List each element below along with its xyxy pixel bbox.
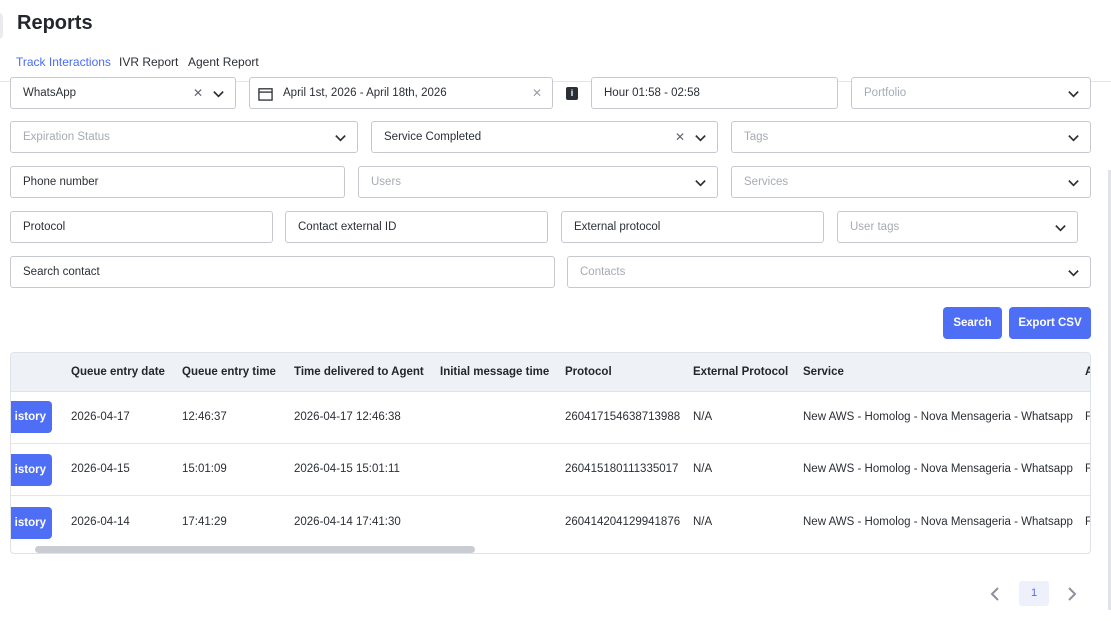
- cell-external: N/A: [693, 463, 713, 475]
- col-service[interactable]: Service: [803, 366, 844, 378]
- page-number-button[interactable]: 1: [1019, 581, 1049, 606]
- col-queue-entry-date[interactable]: Queue entry date: [71, 366, 165, 378]
- cell-service: New AWS - Homolog - Nova Mensageria - Wh…: [803, 516, 1073, 528]
- cell-protocol: 260414204129941876: [565, 516, 681, 528]
- clear-date-icon[interactable]: ✕: [532, 86, 542, 100]
- col-initial-message-time[interactable]: Initial message time: [440, 366, 549, 378]
- cell-delivered: 2026-04-15 15:01:11: [294, 463, 400, 475]
- history-button[interactable]: istory: [11, 507, 52, 539]
- chevron-down-icon: [695, 135, 706, 142]
- contact-external-id-input[interactable]: Contact external ID: [285, 211, 548, 243]
- contacts-select[interactable]: Contacts: [567, 256, 1091, 288]
- cell-extra: F: [1085, 516, 1090, 528]
- export-csv-button[interactable]: Export CSV: [1009, 307, 1091, 339]
- history-button[interactable]: istory: [11, 454, 52, 486]
- chevron-down-icon: [1055, 225, 1066, 232]
- channel-value: WhatsApp: [23, 87, 77, 99]
- search-contact-placeholder: Search contact: [23, 266, 100, 278]
- portfolio-placeholder: Portfolio: [864, 87, 907, 99]
- users-placeholder: Users: [371, 176, 402, 188]
- chevron-down-icon: [335, 135, 346, 142]
- status-value: Service Completed: [384, 131, 482, 143]
- tab-ivr-report[interactable]: IVR Report: [119, 55, 178, 69]
- chevron-down-icon: [1068, 91, 1079, 98]
- table-row: istory 2026-04-15 15:01:09 2026-04-15 15…: [11, 444, 1090, 496]
- tags-placeholder: Tags: [744, 131, 769, 143]
- interactions-table: Queue entry date Queue entry time Time d…: [10, 352, 1091, 554]
- cell-time: 12:46:37: [182, 411, 227, 423]
- col-queue-entry-time[interactable]: Queue entry time: [182, 366, 276, 378]
- user-tags-select[interactable]: User tags: [837, 211, 1078, 243]
- users-select[interactable]: Users: [358, 166, 718, 198]
- cell-time: 17:41:29: [182, 516, 227, 528]
- expiration-status-select[interactable]: Expiration Status: [10, 121, 358, 153]
- chevron-down-icon: [213, 91, 224, 98]
- side-handle: [0, 12, 3, 40]
- cell-protocol: 260415180111335017: [565, 463, 679, 475]
- external-protocol-input[interactable]: External protocol: [561, 211, 824, 243]
- table-row: istory 2026-04-17 12:46:37 2026-04-17 12…: [11, 392, 1090, 444]
- cell-date: 2026-04-14: [71, 516, 130, 528]
- chevron-down-icon: [695, 180, 706, 187]
- history-button[interactable]: istory: [11, 401, 52, 433]
- clear-channel-icon[interactable]: ✕: [193, 86, 203, 100]
- col-truncated[interactable]: A: [1085, 366, 1090, 378]
- col-time-delivered[interactable]: Time delivered to Agent: [294, 366, 424, 378]
- tab-agent-report[interactable]: Agent Report: [188, 55, 259, 69]
- date-range-value: April 1st, 2026 - April 18th, 2026: [283, 87, 447, 99]
- calendar-icon: [258, 88, 273, 101]
- external-protocol-placeholder: External protocol: [574, 221, 661, 233]
- contact-external-id-placeholder: Contact external ID: [298, 221, 397, 233]
- chevron-down-icon: [1068, 270, 1079, 277]
- cell-delivered: 2026-04-17 12:46:38: [294, 411, 401, 423]
- protocol-placeholder: Protocol: [23, 221, 66, 233]
- cell-extra: F: [1085, 411, 1090, 423]
- cell-service: New AWS - Homolog - Nova Mensageria - Wh…: [803, 411, 1073, 423]
- channel-select[interactable]: WhatsApp ✕: [10, 77, 236, 109]
- cell-service: New AWS - Homolog - Nova Mensageria - Wh…: [803, 463, 1073, 475]
- chevron-down-icon: [1068, 135, 1079, 142]
- portfolio-select[interactable]: Portfolio: [851, 77, 1091, 109]
- user-tags-placeholder: User tags: [850, 221, 900, 233]
- tab-track-interactions[interactable]: Track Interactions: [16, 55, 111, 69]
- date-range-picker[interactable]: April 1st, 2026 - April 18th, 2026 ✕: [249, 77, 553, 109]
- cell-protocol: 260417154638713988: [565, 411, 681, 423]
- phone-number-placeholder: Phone number: [23, 176, 99, 188]
- cell-external: N/A: [693, 411, 713, 423]
- cell-date: 2026-04-17: [71, 411, 130, 423]
- cell-time: 15:01:09: [182, 463, 227, 475]
- tags-select[interactable]: Tags: [731, 121, 1091, 153]
- col-protocol[interactable]: Protocol: [565, 366, 612, 378]
- hour-range-field[interactable]: Hour 01:58 - 02:58: [591, 77, 838, 109]
- cell-delivered: 2026-04-14 17:41:30: [294, 516, 401, 528]
- cell-extra: F: [1085, 463, 1090, 475]
- contacts-placeholder: Contacts: [580, 266, 626, 278]
- table-header: Queue entry date Queue entry time Time d…: [11, 353, 1090, 392]
- page-title: Reports: [17, 12, 93, 34]
- protocol-input[interactable]: Protocol: [10, 211, 273, 243]
- table-row: istory 2026-04-14 17:41:29 2026-04-14 17…: [11, 496, 1090, 548]
- search-button[interactable]: Search: [943, 307, 1002, 339]
- phone-number-input[interactable]: Phone number: [10, 166, 345, 198]
- table-horizontal-scrollbar[interactable]: [35, 546, 475, 553]
- clear-status-icon[interactable]: ✕: [675, 130, 685, 144]
- col-external-protocol[interactable]: External Protocol: [693, 366, 788, 378]
- info-icon[interactable]: i: [566, 87, 578, 100]
- hour-range-value: Hour 01:58 - 02:58: [604, 87, 700, 99]
- services-select[interactable]: Services: [731, 166, 1091, 198]
- chevron-left-icon[interactable]: [984, 583, 1006, 605]
- chevron-down-icon: [1068, 180, 1079, 187]
- chevron-right-icon[interactable]: [1061, 583, 1083, 605]
- cell-date: 2026-04-15: [71, 463, 130, 475]
- status-select[interactable]: Service Completed ✕: [371, 121, 718, 153]
- search-contact-input[interactable]: Search contact: [10, 256, 555, 288]
- cell-external: N/A: [693, 516, 713, 528]
- expiration-status-placeholder: Expiration Status: [23, 131, 110, 143]
- services-placeholder: Services: [744, 176, 789, 188]
